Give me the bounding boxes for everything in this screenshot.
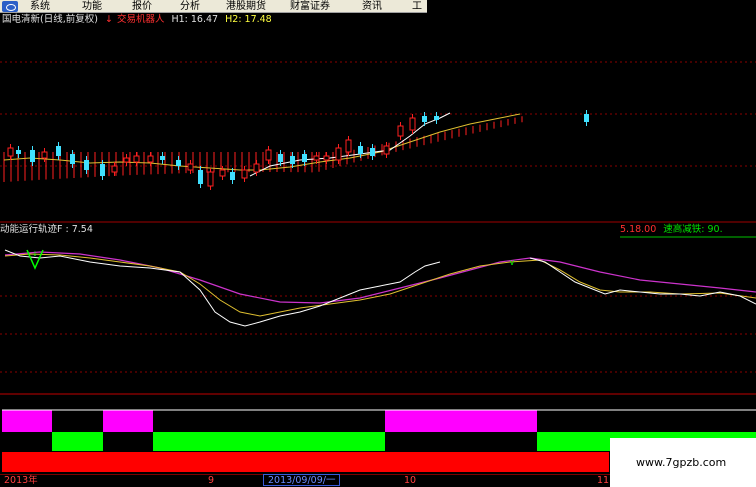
- h2-value: H2: 17.48: [225, 14, 272, 25]
- main-chart-header: 国电清新(日线,前复权) ↓ 交易机器人 H1: 16.47 H2: 17.48: [2, 14, 276, 26]
- candle-body: [290, 156, 295, 164]
- watermark: www.7gpzb.com: [610, 438, 756, 487]
- signal-bar-green: [153, 432, 385, 451]
- trend-band: [3, 116, 523, 182]
- indicator-right-value: 5.18.00: [620, 224, 657, 235]
- signal-v-small-icon: v: [510, 258, 515, 267]
- chart-canvas[interactable]: ↓ v: [0, 0, 756, 487]
- candle-body: [313, 155, 320, 161]
- candle-body: [383, 145, 390, 155]
- candle-body: [207, 171, 214, 187]
- axis-label-month: 11: [597, 475, 610, 486]
- stock-title[interactable]: 国电清新(日线,前复权): [2, 14, 98, 25]
- axis-label-month: 9: [208, 475, 215, 486]
- candle-body: [187, 163, 194, 171]
- candle-body: [84, 160, 89, 170]
- h1-value: H1: 16.47: [171, 14, 219, 25]
- candle-body: [30, 150, 35, 162]
- candle-body: [241, 169, 248, 179]
- robot-label[interactable]: 交易机器人: [117, 14, 165, 25]
- candle-body: [123, 157, 130, 163]
- candle-body: [335, 147, 342, 161]
- signal-arrow-icon: ↓: [32, 250, 38, 258]
- candle-body: [397, 125, 404, 137]
- candle-body: [16, 150, 21, 154]
- candle-body: [160, 156, 165, 160]
- signal-bar-green: [52, 432, 103, 451]
- candle-body: [278, 154, 283, 162]
- candle-body: [219, 169, 226, 177]
- indicator-right-header: 5.18.00 速高减铁: 90.: [620, 224, 723, 236]
- signal-bar-red: [2, 452, 609, 472]
- candle-body: [176, 160, 181, 166]
- candle-body: [41, 151, 48, 159]
- indicator-magenta-line: [4, 251, 756, 304]
- candle-body: [370, 148, 375, 156]
- candle-body: [133, 155, 140, 163]
- cursor-date-label: 2013/09/09/一: [263, 474, 341, 486]
- indicator-yellow-line: [4, 253, 756, 317]
- watermark-text: www.7gpzb.com: [636, 456, 727, 469]
- indicator-header: 动能运行轨迹F : 7.54: [0, 224, 93, 236]
- candle-body: [230, 172, 235, 180]
- candle-body: [358, 146, 363, 154]
- main-gridlines: [0, 61, 756, 373]
- signal-bar-magenta: [103, 410, 153, 432]
- candle-body: [198, 170, 203, 184]
- indicator-right-label: 速高减铁: 90.: [663, 224, 723, 235]
- candle-body: [100, 164, 105, 176]
- indicator-value: : 7.54: [65, 224, 93, 235]
- candle-body: [345, 139, 352, 153]
- candle-body: [265, 149, 272, 161]
- candle-body: [253, 163, 260, 173]
- candle-body: [302, 154, 307, 162]
- candle-body: [409, 117, 416, 131]
- signal-bar-magenta: [385, 410, 537, 432]
- indicator-name[interactable]: 动能运行轨迹F: [0, 224, 62, 235]
- axis-label-month: 10: [404, 475, 417, 486]
- candle-body: [70, 154, 75, 164]
- indicator-white-line-2: [529, 257, 756, 305]
- candle-body: [147, 155, 154, 163]
- candle-body: [7, 147, 14, 157]
- candle-body: [323, 155, 330, 161]
- candle-body: [434, 116, 439, 120]
- candle-body: [56, 146, 61, 156]
- candle-body: [584, 114, 589, 122]
- candle-body: [111, 165, 118, 173]
- robot-arrow-icon: ↓: [104, 14, 113, 25]
- axis-label-year: 2013年: [4, 475, 38, 486]
- signal-bar-magenta: [2, 410, 52, 432]
- candlestick-series: [7, 110, 589, 190]
- candle-body: [422, 116, 427, 122]
